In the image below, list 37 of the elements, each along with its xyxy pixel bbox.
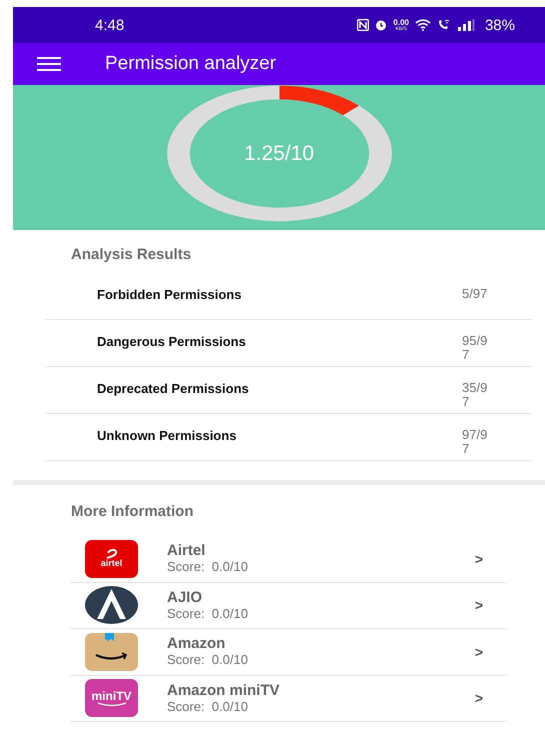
section-heading: Analysis Results <box>71 246 192 263</box>
nfc-icon <box>357 19 370 31</box>
menu-button[interactable] <box>37 57 61 71</box>
section-heading: More Information <box>71 503 194 520</box>
wifi-calling-icon <box>436 19 451 31</box>
permission-count: 35/97 <box>462 381 488 408</box>
app-name: Amazon <box>167 635 226 652</box>
chevron-button[interactable]: > <box>470 548 487 569</box>
permission-count: 5/97 <box>462 287 488 301</box>
permission-label: Unknown Permissions <box>97 428 238 443</box>
permission-label: Forbidden Permissions <box>97 287 242 302</box>
signal-icon <box>456 19 475 31</box>
app-title: Permission analyzer <box>105 53 276 75</box>
app-score: Score: 0.0/10 <box>167 559 249 576</box>
chevron-button[interactable]: > <box>470 688 487 708</box>
battery-percent: 38% <box>484 16 515 34</box>
app-score: Score: 0.0/10 <box>167 652 249 668</box>
app-logo <box>85 632 138 671</box>
app-name: Amazon miniTV <box>167 682 281 699</box>
app-score: Score: 0.0/10 <box>167 698 249 715</box>
permission-label: Dangerous Permissions <box>97 334 247 349</box>
app-logo <box>85 586 138 624</box>
permission-count: 97/97 <box>462 428 488 456</box>
app-name: AJIO <box>167 588 204 606</box>
score-value: 1.25/10 <box>242 142 316 166</box>
permission-label: Deprecated Permissions <box>97 381 250 396</box>
chevron-button[interactable]: > <box>470 595 487 616</box>
menu-icon <box>37 57 61 71</box>
chevron-button[interactable]: > <box>470 642 487 662</box>
wifi-icon <box>414 19 431 31</box>
alarm-clock-icon <box>375 19 388 31</box>
app-logo: airtel <box>85 540 138 578</box>
permission-count: 95/97 <box>462 334 488 362</box>
app-name: Airtel <box>167 542 206 560</box>
status-time: 4:48 <box>95 16 124 34</box>
app-logo: miniTV <box>85 679 138 718</box>
app-score: Score: 0.0/10 <box>167 606 249 622</box>
